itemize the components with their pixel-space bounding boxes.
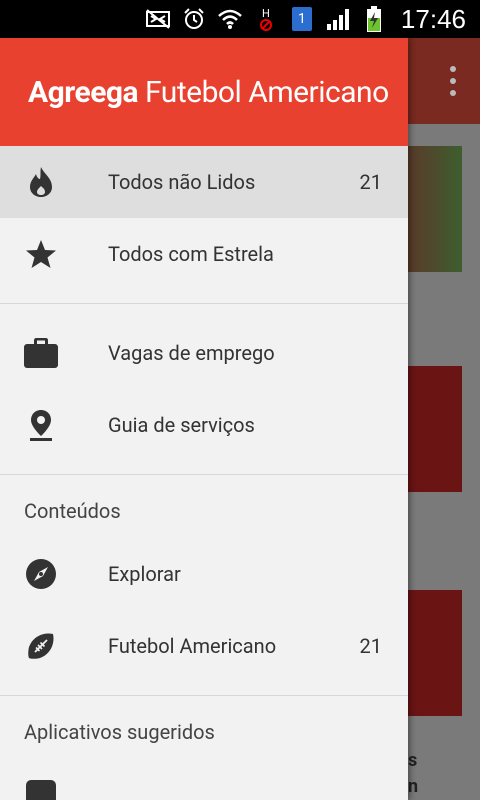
signal-icon	[325, 6, 351, 32]
football-icon	[24, 629, 58, 663]
nav-item-services[interactable]: Guia de serviços	[0, 389, 408, 461]
article-thumbnail[interactable]	[408, 590, 462, 716]
briefcase-icon	[24, 336, 58, 370]
sim-icon: 1	[289, 6, 315, 32]
divider	[0, 695, 408, 696]
nav-item-starred[interactable]: Todos com Estrela	[0, 218, 408, 290]
nav-item-jobs[interactable]: Vagas de emprego	[0, 317, 408, 389]
navigation-drawer: Agreega Futebol Americano Todos não Lido…	[0, 38, 408, 800]
overflow-menu-icon[interactable]	[448, 66, 458, 96]
nav-item-suggested-app[interactable]	[0, 759, 408, 800]
alarm-icon	[181, 6, 207, 32]
location-pin-icon	[24, 408, 58, 442]
nav-item-unread[interactable]: Todos não Lidos 21	[0, 146, 408, 218]
unread-count: 21	[359, 170, 382, 194]
article-text-fragment: n	[408, 776, 419, 797]
clock: 17:46	[400, 3, 466, 34]
divider	[0, 474, 408, 475]
nav-item-american-football[interactable]: Futebol Americano 21	[0, 610, 408, 682]
app-icon	[24, 778, 58, 800]
article-thumbnail[interactable]	[408, 366, 462, 492]
network-h-icon: H	[253, 6, 279, 32]
article-thumbnail[interactable]	[408, 146, 462, 272]
battery-charging-icon	[361, 6, 387, 32]
status-bar: H 1 17:46	[0, 0, 480, 38]
article-text-fragment: s	[408, 750, 418, 771]
drawer-header: Agreega Futebol Americano	[0, 38, 408, 146]
compass-icon	[24, 557, 58, 591]
drawer-title: Agreega Futebol Americano	[28, 74, 389, 110]
nav-item-explore[interactable]: Explorar	[0, 538, 408, 610]
divider	[0, 303, 408, 304]
unread-count: 21	[359, 634, 382, 658]
wifi-icon	[217, 6, 243, 32]
flame-icon	[24, 165, 58, 199]
star-icon	[24, 237, 58, 271]
section-header-suggested-apps: Aplicativos sugeridos	[24, 720, 215, 744]
nfc-off-icon	[145, 6, 171, 32]
section-header-contents: Conteúdos	[24, 499, 121, 523]
